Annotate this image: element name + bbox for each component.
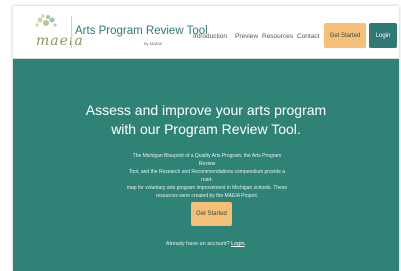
login-link-punctuation: .: [244, 241, 247, 247]
account-prompt-text: Already have an account?: [165, 241, 230, 247]
account-prompt: Already have an account? Login.: [13, 241, 399, 247]
login-link[interactable]: Login: [231, 241, 244, 247]
nav-link-introduction[interactable]: Introduction: [193, 33, 227, 40]
login-nav-button[interactable]: Login: [369, 23, 397, 48]
maeia-logo[interactable]: maeia: [22, 11, 83, 51]
browser-frame: maeia Arts Program Review Tool By MAEIA …: [13, 6, 399, 271]
site-title[interactable]: Arts Program Review Tool: [75, 25, 208, 37]
hero-headline-line-1: Assess and improve your arts program: [85, 102, 327, 118]
hero-headline-line-2: with our Program Review Tool.: [111, 121, 301, 137]
nav-link-contact[interactable]: Contact: [297, 33, 319, 40]
top-navbar: maeia Arts Program Review Tool By MAEIA …: [13, 6, 399, 59]
nav-divider: [71, 16, 72, 48]
hero-description-line: resources were created by the MAEIA Proj…: [155, 193, 259, 199]
nav-link-resources[interactable]: Resources: [262, 33, 293, 40]
hero-description-line: map for voluntary arts program improveme…: [126, 185, 288, 191]
get-started-nav-button[interactable]: Get Started: [324, 23, 366, 48]
hero-description-line: Tool, and the Research and Recommendatio…: [128, 169, 286, 183]
get-started-hero-button[interactable]: Get Started: [191, 202, 232, 226]
hero-headline: Assess and improve your arts program wit…: [13, 101, 399, 139]
nav-link-preview[interactable]: Preview: [235, 33, 258, 40]
site-subtitle: By MAEIA: [144, 41, 163, 46]
hero-description: The Michigan Blueprint of a Quality Arts…: [124, 152, 290, 200]
hero-description-line: The Michigan Blueprint of a Quality Arts…: [132, 153, 282, 167]
